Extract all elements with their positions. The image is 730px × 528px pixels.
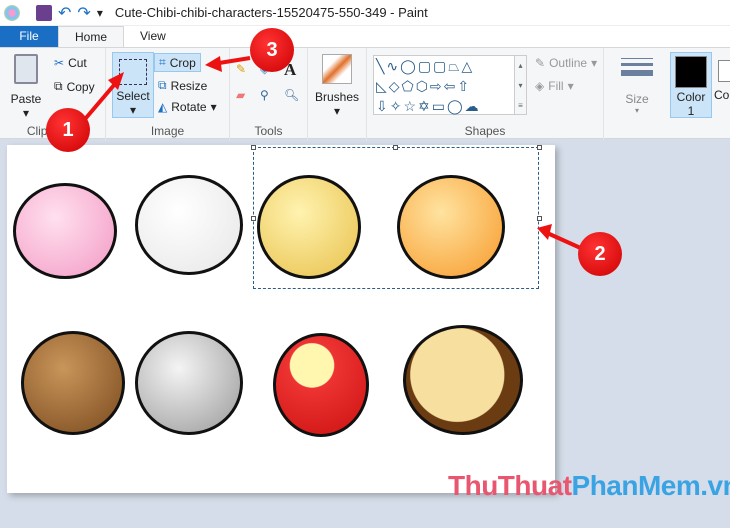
watermark: ThuThuatPhanMem.vn bbox=[448, 470, 730, 502]
marker-1: 1 bbox=[46, 108, 90, 152]
watermark-part1: ThuThuat bbox=[448, 470, 572, 501]
marker-3: 3 bbox=[250, 28, 294, 72]
watermark-part2: PhanMem.vn bbox=[571, 470, 730, 501]
annotation-arrows bbox=[78, 56, 586, 252]
marker-2: 2 bbox=[578, 232, 622, 276]
